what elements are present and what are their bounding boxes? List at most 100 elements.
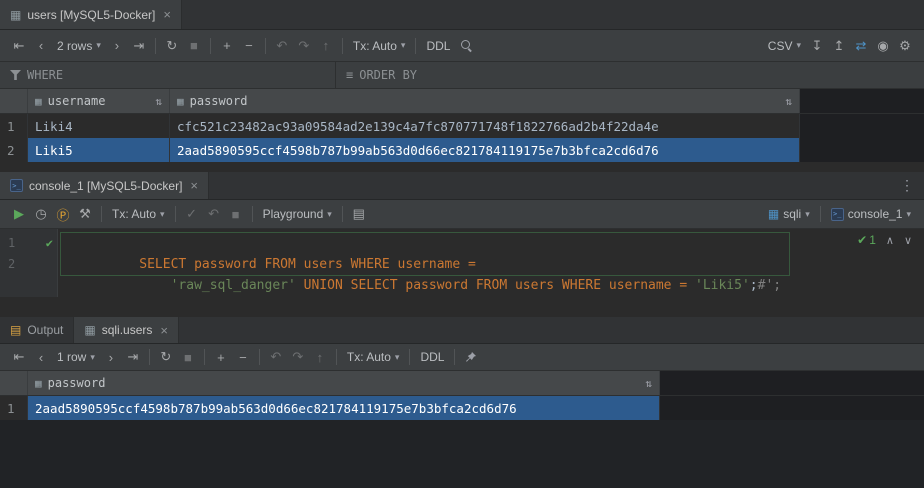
- chevron-down-icon: ▾: [90, 352, 95, 363]
- grid-row-filler: [800, 114, 924, 138]
- pin-tab-icon[interactable]: [460, 347, 482, 367]
- cell-username[interactable]: Liki4: [28, 114, 170, 138]
- history-icon[interactable]: ◷: [30, 204, 52, 224]
- tx-mode-dropdown[interactable]: Tx: Auto ▾: [107, 207, 170, 221]
- chevron-down-icon: ▾: [401, 40, 406, 51]
- more-options-icon[interactable]: ⋮: [890, 177, 924, 194]
- schema-dropdown[interactable]: ▦ sqli ▾: [763, 207, 815, 221]
- where-placeholder: WHERE: [27, 68, 63, 82]
- ddl-button[interactable]: DDL: [415, 350, 449, 364]
- first-page-button[interactable]: ⇤: [8, 347, 30, 367]
- cell-password[interactable]: cfc521c23482ac93a09584ad2e139c4a7fc87077…: [170, 114, 800, 138]
- tx-mode-dropdown[interactable]: Tx: Auto ▾: [348, 39, 411, 53]
- column-header-password[interactable]: ▦ password ⇅: [28, 371, 660, 395]
- revert-icon[interactable]: ↶: [271, 36, 293, 56]
- order-by-icon: ≡: [346, 68, 353, 82]
- tab-users-grid[interactable]: ▦ users [MySQL5-Docker] ×: [0, 0, 182, 29]
- column-header-username-label: username: [48, 94, 106, 108]
- editor-code-area[interactable]: SELECT password FROM users WHERE usernam…: [58, 229, 924, 297]
- panel-gap: [0, 297, 924, 317]
- wrench-icon[interactable]: ⚒: [74, 204, 96, 224]
- previous-page-button[interactable]: ‹: [30, 347, 52, 367]
- tx-mode-label: Tx: Auto: [353, 39, 397, 53]
- tx-mode-dropdown[interactable]: Tx: Auto ▾: [342, 350, 405, 364]
- next-page-button[interactable]: ›: [100, 347, 122, 367]
- add-row-button[interactable]: +: [216, 36, 238, 56]
- first-page-button[interactable]: ⇤: [8, 36, 30, 56]
- compare-icon[interactable]: ⇄: [850, 36, 872, 56]
- submit-icon[interactable]: ↑: [315, 36, 337, 56]
- success-count: ✔ 1: [857, 233, 876, 247]
- cell-username[interactable]: Liki5: [28, 138, 170, 162]
- close-icon[interactable]: ×: [190, 178, 198, 193]
- previous-page-button[interactable]: ‹: [30, 36, 52, 56]
- cell-password[interactable]: 2aad5890595ccf4598b787b99ab563d0d66ec821…: [170, 138, 800, 162]
- column-header-password[interactable]: ▦ password ⇅: [170, 89, 800, 113]
- close-icon[interactable]: ×: [163, 7, 171, 22]
- table-row[interactable]: 1 Liki4 cfc521c23482ac93a09584ad2e139c4a…: [0, 114, 924, 138]
- tab-console[interactable]: >_ console_1 [MySQL5-Docker] ×: [0, 172, 209, 199]
- stop-icon[interactable]: ■: [225, 204, 247, 224]
- console-toolbar-right-group: ▦ sqli ▾ >_ console_1 ▾: [763, 206, 916, 222]
- add-row-button[interactable]: +: [210, 347, 232, 367]
- next-statement-icon[interactable]: ∨: [904, 234, 912, 247]
- close-icon[interactable]: ×: [160, 323, 168, 338]
- ddl-button[interactable]: DDL: [421, 39, 455, 53]
- last-page-button[interactable]: ⇥: [122, 347, 144, 367]
- toolbar-separator: [259, 349, 260, 365]
- playground-dropdown[interactable]: Playground ▾: [258, 207, 337, 221]
- rollback-icon[interactable]: ↷: [287, 347, 309, 367]
- code-line[interactable]: SELECT password FROM users WHERE usernam…: [61, 233, 781, 254]
- delete-row-button[interactable]: −: [232, 347, 254, 367]
- console-toolbar: ▶ ◷ Ⓟ ⚒ Tx: Auto ▾ ✓ ↶ ■ Playground ▾ ▤ …: [0, 200, 924, 229]
- next-page-button[interactable]: ›: [106, 36, 128, 56]
- sort-icon[interactable]: ⇅: [155, 95, 162, 108]
- tab-result-grid[interactable]: ▦ sqli.users ×: [74, 317, 179, 343]
- view-as-list-icon[interactable]: ▤: [348, 204, 370, 224]
- gear-icon[interactable]: ⚙: [894, 36, 916, 56]
- grid-filter-bar: WHERE ≡ ORDER BY: [0, 62, 924, 89]
- schema-icon: ▦: [768, 207, 779, 221]
- reload-icon[interactable]: ↻: [155, 347, 177, 367]
- order-by-field[interactable]: ≡ ORDER BY: [336, 62, 427, 88]
- table-row[interactable]: 1 2aad5890595ccf4598b787b99ab563d0d66ec8…: [0, 396, 924, 420]
- revert-icon[interactable]: ↶: [265, 347, 287, 367]
- profiler-icon[interactable]: Ⓟ: [52, 204, 74, 224]
- rollback-icon[interactable]: ↶: [203, 204, 225, 224]
- row-number: 1: [0, 114, 28, 138]
- line-number: 1: [8, 236, 15, 250]
- reload-icon[interactable]: ↻: [161, 36, 183, 56]
- where-filter-field[interactable]: WHERE: [0, 62, 336, 88]
- page-size-dropdown[interactable]: 1 row ▾: [52, 350, 100, 364]
- stop-icon[interactable]: ■: [183, 36, 205, 56]
- stop-icon[interactable]: ■: [177, 347, 199, 367]
- view-options-icon[interactable]: ◉: [872, 36, 894, 56]
- session-dropdown[interactable]: >_ console_1 ▾: [826, 207, 916, 221]
- submit-icon[interactable]: ↑: [309, 347, 331, 367]
- chevron-down-icon: ▾: [160, 209, 165, 220]
- delete-row-button[interactable]: −: [238, 36, 260, 56]
- import-data-icon[interactable]: ↥: [828, 36, 850, 56]
- run-icon[interactable]: ▶: [8, 204, 30, 224]
- commit-icon[interactable]: ✓: [181, 204, 203, 224]
- table-row[interactable]: 2 Liki5 2aad5890595ccf4598b787b99ab563d0…: [0, 138, 924, 162]
- filter-funnel-icon: [10, 70, 21, 80]
- page-size-dropdown[interactable]: 2 rows ▾: [52, 39, 106, 53]
- previous-statement-icon[interactable]: ∧: [886, 234, 894, 247]
- row-number-header: [0, 371, 28, 395]
- export-format-dropdown[interactable]: CSV ▾: [763, 39, 806, 53]
- sql-string-token: 'Liki5': [695, 278, 750, 293]
- sort-icon[interactable]: ⇅: [785, 95, 792, 108]
- cell-password[interactable]: 2aad5890595ccf4598b787b99ab563d0d66ec821…: [28, 396, 660, 420]
- tab-output[interactable]: ▤ Output: [0, 317, 74, 343]
- export-data-icon[interactable]: ↧: [806, 36, 828, 56]
- last-page-button[interactable]: ⇥: [128, 36, 150, 56]
- tab-users-grid-label: users [MySQL5-Docker]: [27, 8, 155, 22]
- rollback-icon[interactable]: ↷: [293, 36, 315, 56]
- toolbar-separator: [454, 349, 455, 365]
- column-header-username[interactable]: ▦ username ⇅: [28, 89, 170, 113]
- chevron-down-icon: ▾: [395, 352, 400, 363]
- search-icon[interactable]: [455, 36, 477, 56]
- sort-icon[interactable]: ⇅: [645, 377, 652, 390]
- sql-editor[interactable]: 1 ✔ 2 SELECT password FROM users WHERE u…: [0, 229, 924, 297]
